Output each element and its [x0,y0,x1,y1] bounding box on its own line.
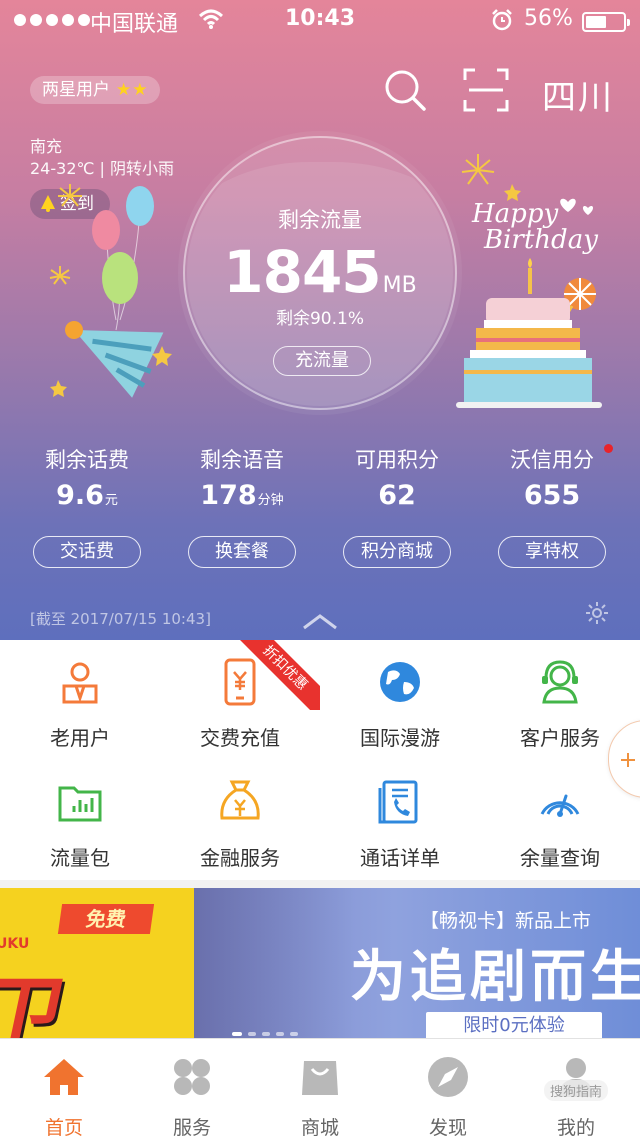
stat-label: 可用积分 [355,448,439,472]
search-icon[interactable] [383,68,427,112]
points-mall-button[interactable]: 积分商城 [343,536,451,568]
remaining-data-gauge[interactable]: 剩余流量 1845MB 剩余90.1% 充流量 [183,136,457,410]
service-recharge[interactable]: 交费充值 [160,658,320,751]
tab-discover[interactable]: 发现 [384,1039,512,1136]
remaining-data-number: 1845 [223,238,381,306]
party-decoration-illustration [49,184,172,398]
promo-banner-streaming-card[interactable]: 【畅视卡】新品上市 为追剧而生 限时0元体验 [194,888,640,1038]
star-icon: ★★ [116,80,149,100]
battery-icon [582,12,630,32]
alarm-icon [492,9,512,31]
service-label: 通话详单 [360,846,440,870]
free-badge: 免费 [57,904,155,934]
service-roaming[interactable]: 国际漫游 [320,658,480,751]
account-header: 中国联通 10:43 56% 两星用户 ★★ 四川 南充 24-32℃ | 阴转… [0,0,640,640]
tab-label: 商城 [300,1117,339,1136]
shopping-bag-icon [302,1061,338,1095]
headset-icon [542,660,578,704]
remaining-data-percent: 剩余90.1% [275,309,364,329]
battery-percent: 56% [524,6,573,31]
grid-icon [174,1059,210,1095]
phone-yuan-icon [224,658,256,706]
tab-label: 我的 [556,1117,595,1136]
stat-unit: 元 [104,493,118,508]
free-trial-button[interactable]: 限时0元体验 [426,1012,602,1038]
stat-number: 655 [523,480,581,511]
stat-value: 178分钟 [162,480,322,511]
stat-label: 剩余语音 [200,448,284,472]
call-list-icon [378,780,418,824]
service-call-records[interactable]: 通话详单 [320,778,480,871]
pay-bill-button[interactable]: 交话费 [33,536,141,568]
service-grid: 老用户 交费充值 国际漫游 客户服务 流量包 金融服务 通话详单 余量查询 [0,640,640,880]
weather-forecast: 24-32℃ | 阴转小雨 [30,159,175,178]
service-label: 老用户 [50,726,110,750]
svg-text:Birthday: Birthday [483,225,598,255]
stat-credit-score[interactable]: 沃信用分 655 [472,444,632,511]
banner-subtitle: 【畅视卡】新品上市 [420,910,592,932]
chevron-up-icon[interactable] [302,612,338,630]
service-old-user[interactable]: 老用户 [0,658,160,751]
update-timestamp: [截至 2017/07/15 10:43] [30,610,211,628]
stat-balance[interactable]: 剩余话费 9.6元 [7,444,167,511]
money-bag-icon [220,780,260,820]
banner-big-char: 卫 [0,968,75,1038]
stat-voice[interactable]: 剩余语音 178分钟 [162,444,322,511]
stat-label: 剩余话费 [45,448,129,472]
watermark: 搜狗指南 [544,1080,609,1101]
stat-value: 655 [472,480,632,511]
stat-points[interactable]: 可用积分 62 [317,444,477,511]
privileges-button[interactable]: 享特权 [498,536,606,568]
globe-icon [380,662,420,702]
user-level-badge[interactable]: 两星用户 ★★ [30,76,161,104]
banner-shade [194,888,354,1038]
user-badge-icon [62,662,98,704]
scan-icon[interactable] [463,68,509,112]
status-bar: 中国联通 10:43 56% [0,0,640,40]
service-finance[interactable]: 金融服务 [160,778,320,871]
stat-number: 62 [378,480,416,511]
service-label: 余量查询 [520,846,600,870]
stat-number: 9.6 [56,480,104,511]
stat-value: 9.6元 [7,480,167,511]
service-balance-query[interactable]: 余量查询 [480,778,640,871]
service-data-pack[interactable]: 流量包 [0,778,160,871]
stat-value: 62 [317,480,477,511]
user-level-label: 两星用户 [42,80,110,100]
service-label: 金融服务 [200,846,280,870]
stat-unit: 分钟 [257,493,284,508]
promo-banner-carousel[interactable]: 免费 UKU 卫 【畅视卡】新品上市 为追剧而生 限时0元体验 [0,888,640,1038]
promo-banner-free[interactable]: 免费 UKU 卫 [0,888,194,1038]
recharge-data-button[interactable]: 充流量 [273,346,371,376]
province-selector[interactable]: 四川 [542,70,614,119]
tab-mall[interactable]: 商城 [256,1039,384,1136]
tab-label: 服务 [172,1117,211,1136]
carousel-indicator [232,1032,298,1036]
remaining-data-label: 剩余流量 [278,208,362,232]
remaining-data-unit: MB [382,273,417,298]
banner-headline: 为追剧而生 [350,945,640,1010]
compass-icon [428,1057,468,1097]
home-icon [44,1059,84,1095]
change-plan-button[interactable]: 换套餐 [188,536,296,568]
tab-home[interactable]: 首页 [0,1039,128,1136]
service-label: 流量包 [50,846,110,870]
tab-services[interactable]: 服务 [128,1039,256,1136]
folder-chart-icon [58,786,102,822]
tab-label: 发现 [428,1117,467,1136]
gauge-icon [540,794,580,817]
weather-city: 南充 [30,137,63,156]
gear-icon[interactable] [585,601,609,625]
service-label: 国际漫游 [360,726,440,750]
tab-label: 首页 [44,1117,83,1136]
notification-dot [604,444,613,453]
weather-info: 南充 24-32℃ | 阴转小雨 [30,136,174,180]
service-label: 交费充值 [200,726,280,750]
stat-number: 178 [200,480,257,511]
birthday-cake-illustration: Happy Birthday [456,154,602,408]
